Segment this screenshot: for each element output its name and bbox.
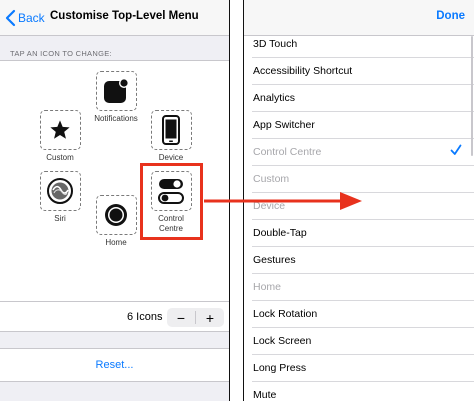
checkmark-icon [450, 144, 462, 155]
list-item[interactable]: Long Press [252, 355, 474, 382]
slot-label-device: Device [158, 153, 184, 162]
slot-label-home: Home [105, 238, 127, 247]
increment-button[interactable]: + [196, 308, 224, 327]
list-item-label: Home [253, 281, 282, 293]
chevron-left-icon [5, 9, 16, 27]
slot-box [39, 110, 81, 150]
star-icon [50, 120, 70, 139]
list-item[interactable]: App Switcher [252, 112, 474, 139]
slot-box [150, 110, 192, 150]
icon-count-stepper: − + [167, 308, 224, 327]
highlight-box [140, 163, 203, 240]
red-arrow-icon [204, 192, 362, 210]
slot-device[interactable]: Device [141, 110, 201, 163]
list-item-label: Double-Tap [253, 227, 307, 239]
reset-button[interactable]: Reset... [0, 359, 229, 371]
slot-siri[interactable]: Siri [30, 171, 90, 224]
list-item[interactable]: Custom [252, 166, 474, 193]
section-label: TAP AN ICON TO CHANGE: [10, 49, 112, 58]
list-item-label: Accessibility Shortcut [253, 65, 353, 77]
list-item[interactable]: Mute [252, 382, 474, 401]
siri-icon [47, 178, 73, 204]
icons-count: 6 Icons [127, 311, 163, 323]
list-item[interactable]: Double-Tap [252, 220, 474, 247]
list-item[interactable]: Home [252, 274, 474, 301]
slot-box [95, 195, 137, 235]
slot-box [95, 71, 137, 111]
reset-row: Reset... [0, 348, 229, 382]
slot-notifications[interactable]: Notifications [86, 71, 146, 124]
list-item-label: Long Press [253, 362, 307, 374]
list-item-label: Mute [253, 389, 277, 401]
function-list: 3D Touch Accessibility Shortcut Analytic… [244, 31, 474, 401]
list-item-label: Gestures [253, 254, 296, 266]
list-item-selected[interactable]: Control Centre [252, 139, 474, 166]
list-item[interactable]: Gestures [252, 247, 474, 274]
slot-label-custom: Custom [46, 153, 74, 162]
slot-box [39, 171, 81, 211]
scrollbar[interactable] [470, 36, 474, 401]
back-button[interactable]: Back [4, 8, 45, 28]
slot-label-notifications: Notifications [94, 114, 138, 123]
iphone-icon [162, 115, 180, 145]
decrement-button[interactable]: − [167, 308, 195, 327]
home-button-icon [105, 204, 127, 226]
list-item[interactable]: Analytics [252, 85, 474, 112]
page-title: Customise Top-Level Menu [50, 10, 199, 22]
notifications-icon [103, 77, 129, 103]
list-item[interactable]: Lock Rotation [252, 301, 474, 328]
list-item-label: Control Centre [253, 146, 322, 158]
slot-label-siri: Siri [54, 214, 66, 223]
slot-home[interactable]: Home [86, 195, 146, 248]
list-item-label: App Switcher [253, 119, 315, 131]
slot-custom[interactable]: Custom [30, 110, 90, 163]
list-item[interactable]: 3D Touch [252, 31, 474, 58]
done-button[interactable]: Done [436, 10, 465, 22]
back-label: Back [18, 11, 45, 25]
list-item[interactable]: Accessibility Shortcut [252, 58, 474, 85]
list-item-label: 3D Touch [253, 38, 298, 50]
list-item-label: Custom [253, 173, 290, 185]
left-nav-bar: Back Customise Top-Level Menu [0, 0, 229, 36]
icon-count-row: 6 Icons − + [0, 302, 229, 332]
list-item-label: Lock Rotation [253, 308, 318, 320]
list-item[interactable]: Lock Screen [252, 328, 474, 355]
list-item-label: Analytics [253, 92, 296, 104]
list-item-label: Lock Screen [253, 335, 312, 347]
